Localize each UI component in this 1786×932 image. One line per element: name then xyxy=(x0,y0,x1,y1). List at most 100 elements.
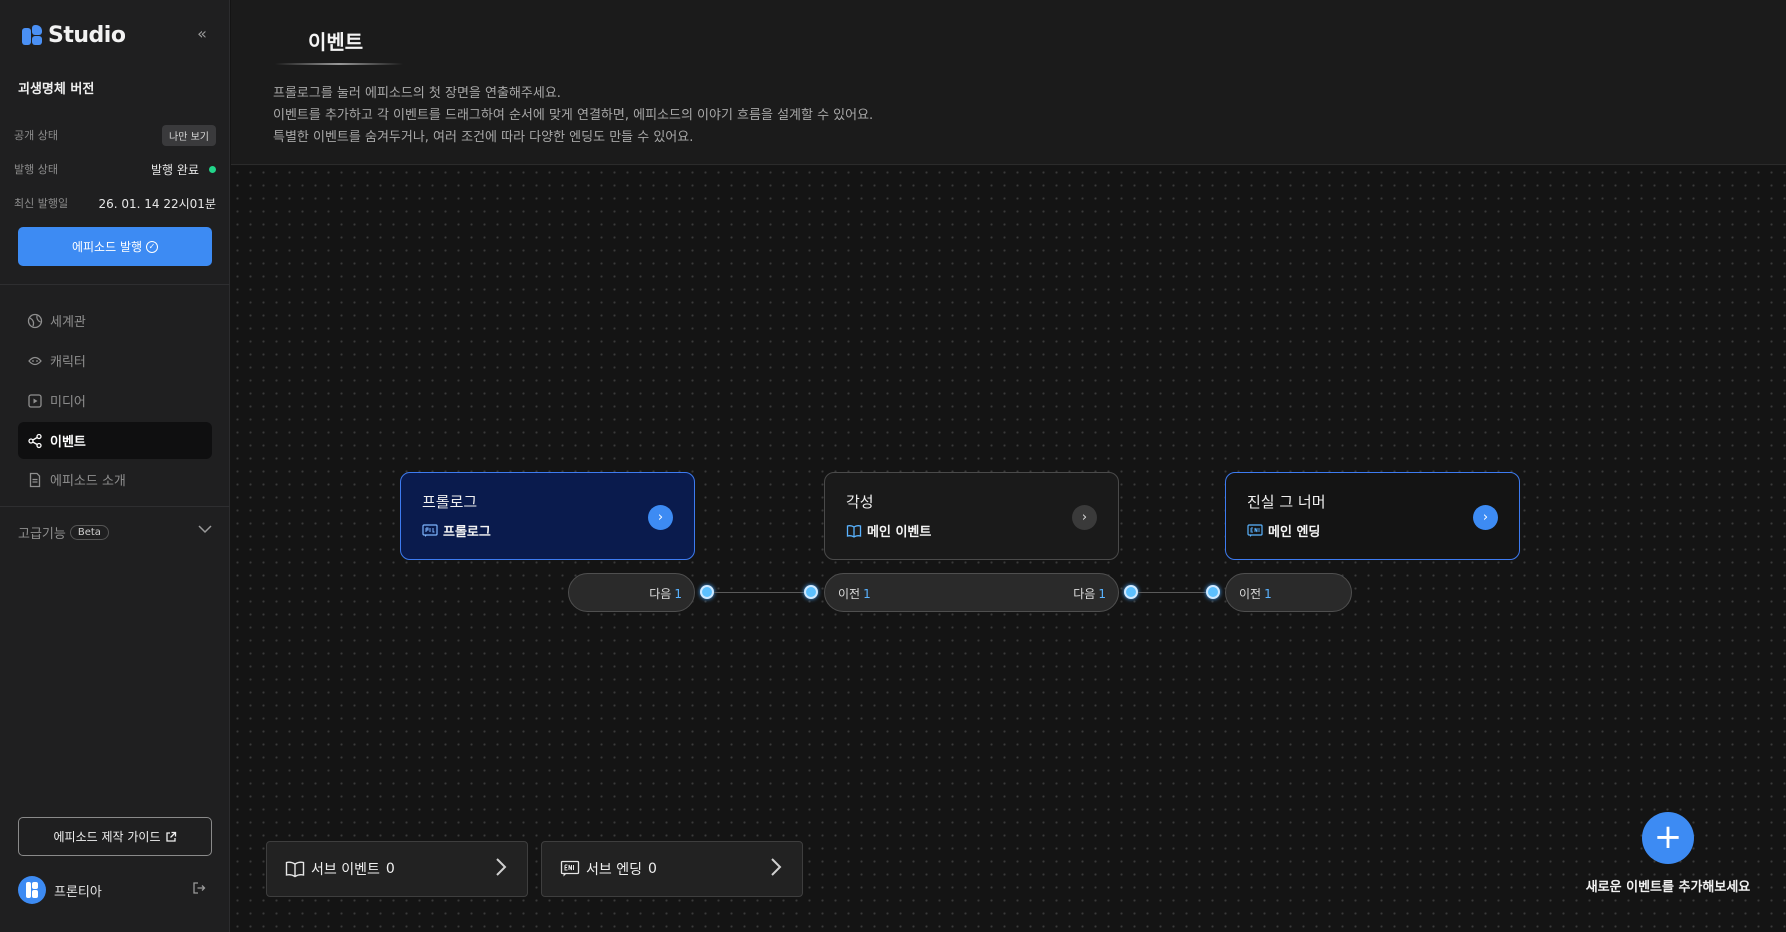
sidebar-item-events[interactable]: 이벤트 xyxy=(18,422,212,459)
document-icon xyxy=(26,471,44,489)
ending-tag-icon xyxy=(1247,523,1263,538)
node-port-bar: 이전 1 다음 1 xyxy=(824,573,1119,612)
check-circle-icon: ✓ xyxy=(146,240,159,253)
prev-count: 1 xyxy=(863,587,871,601)
description-line: 특별한 이벤트를 숨겨두거나, 여러 조건에 따라 다양한 엔딩도 만들 수 있… xyxy=(273,130,694,145)
input-port-handle[interactable] xyxy=(804,585,818,599)
chevron-down-icon[interactable] xyxy=(198,523,212,537)
chevron-right-icon: › xyxy=(1482,510,1489,525)
prev-port-label: 이전 1 xyxy=(1239,585,1272,602)
prologue-tag-icon xyxy=(422,523,438,538)
next-label: 다음 xyxy=(1073,587,1096,601)
output-port-handle[interactable] xyxy=(1124,585,1138,599)
node-type-label: 프롤로그 xyxy=(443,525,491,540)
sidebar-item-label: 에피소드 소개 xyxy=(50,474,126,489)
next-port-label: 다음 1 xyxy=(649,585,682,602)
edge-connector xyxy=(1138,592,1206,593)
publish-status-row: 발행 상태 발행 완료 xyxy=(14,158,216,180)
description-line: 프롤로그를 눌러 에피소드의 첫 장면을 연출해주세요. xyxy=(273,86,561,101)
sidebar-item-episode-intro[interactable]: 에피소드 소개 xyxy=(18,461,212,498)
last-published-value: 26. 01. 14 22시01분 xyxy=(98,196,216,211)
main-panel: 이벤트 프롤로그를 눌러 에피소드의 첫 장면을 연출해주세요. 이벤트를 추가… xyxy=(231,0,1786,932)
visibility-badge[interactable]: 나만 보기 xyxy=(162,124,216,146)
chevron-right-icon xyxy=(770,857,782,882)
app-name: Studio xyxy=(48,22,126,48)
node-type: 메인 엔딩 xyxy=(1247,521,1320,540)
sidebar-item-character[interactable]: 캐릭터 xyxy=(18,342,212,379)
next-count: 1 xyxy=(674,587,682,601)
sidebar: Studio « 괴생명체 버전 공개 상태 나만 보기 발행 상태 발행 완료… xyxy=(0,0,230,932)
add-event-button[interactable]: + xyxy=(1642,812,1694,864)
event-node-prologue[interactable]: 프롤로그 프롤로그 › xyxy=(400,472,695,560)
play-square-icon xyxy=(26,392,44,410)
sidebar-item-label: 캐릭터 xyxy=(50,355,86,370)
publish-status-value: 발행 완료 xyxy=(151,161,216,178)
book-icon xyxy=(846,524,862,538)
external-link-icon xyxy=(165,831,177,843)
status-dot-icon xyxy=(209,165,216,173)
ending-tag-icon xyxy=(560,860,580,878)
user-profile[interactable]: 프론티아 xyxy=(18,875,212,905)
event-node-main[interactable]: 각성 메인 이벤트 › xyxy=(824,472,1119,560)
last-published-label: 최신 발행일 xyxy=(14,197,69,210)
prev-count: 1 xyxy=(1264,587,1272,601)
event-node-ending[interactable]: 진실 그 너머 메인 엔딩 › xyxy=(1225,472,1520,560)
node-type: 프롤로그 xyxy=(422,521,491,540)
book-icon xyxy=(285,860,305,878)
sub-ending-card[interactable]: 서브 엔딩 0 xyxy=(541,841,803,897)
node-type: 메인 이벤트 xyxy=(846,521,931,540)
node-title: 진실 그 너머 xyxy=(1247,493,1326,511)
next-port-label: 다음 1 xyxy=(1073,585,1106,602)
page-header: 이벤트 프롤로그를 눌러 에피소드의 첫 장면을 연출해주세요. 이벤트를 추가… xyxy=(231,0,1786,165)
prev-port-label: 이전 1 xyxy=(838,585,871,602)
character-face-icon xyxy=(26,352,44,370)
share-nodes-icon xyxy=(26,432,44,450)
sidebar-divider xyxy=(0,506,230,507)
double-chevron-left-icon: « xyxy=(197,24,207,43)
sub-event-count: 0 xyxy=(385,861,395,877)
chevron-right-icon xyxy=(495,857,507,882)
sidebar-item-media[interactable]: 미디어 xyxy=(18,382,212,419)
node-type-label: 메인 엔딩 xyxy=(1268,525,1321,540)
advanced-label: 고급기능 xyxy=(18,526,66,542)
add-event-hint: 새로운 이벤트를 추가해보세요 xyxy=(1585,880,1751,895)
input-port-handle[interactable] xyxy=(1206,585,1220,599)
node-port-bar: 다음 1 xyxy=(568,573,695,612)
edge-connector xyxy=(714,592,804,593)
node-port-bar: 이전 1 xyxy=(1225,573,1352,612)
title-underline xyxy=(275,63,403,65)
open-node-button[interactable]: › xyxy=(1473,505,1498,530)
prev-label: 이전 xyxy=(838,587,861,601)
page-title: 이벤트 xyxy=(308,30,364,54)
publish-status-text: 발행 완료 xyxy=(151,162,199,177)
logout-icon[interactable] xyxy=(192,881,206,899)
avatar xyxy=(18,876,46,904)
node-title: 프롤로그 xyxy=(422,493,478,511)
guide-button-label: 에피소드 제작 가이드 xyxy=(53,830,161,844)
advanced-features-toggle[interactable]: 고급기능 Beta xyxy=(18,521,212,543)
sidebar-divider xyxy=(0,284,230,285)
episode-guide-button[interactable]: 에피소드 제작 가이드 xyxy=(18,817,212,856)
node-type-label: 메인 이벤트 xyxy=(867,525,932,540)
sub-ending-label: 서브 엔딩 xyxy=(586,862,642,878)
globe-icon xyxy=(26,312,44,330)
node-title: 각성 xyxy=(846,493,874,511)
output-port-handle[interactable] xyxy=(700,585,714,599)
app-logo[interactable]: Studio xyxy=(22,20,126,50)
open-node-button[interactable]: › xyxy=(648,505,673,530)
publish-episode-button[interactable]: 에피소드 발행 ✓ xyxy=(18,227,212,266)
next-label: 다음 xyxy=(649,587,672,601)
sidebar-item-label: 세계관 xyxy=(50,315,86,330)
publish-button-label: 에피소드 발행 xyxy=(71,240,143,254)
sub-event-card[interactable]: 서브 이벤트 0 xyxy=(266,841,528,897)
open-node-button[interactable]: › xyxy=(1072,505,1097,530)
beta-badge: Beta xyxy=(69,524,109,540)
visibility-label: 공개 상태 xyxy=(14,129,58,142)
studio-logo-icon xyxy=(22,25,42,45)
collapse-sidebar-button[interactable]: « xyxy=(192,24,212,44)
episode-name: 괴생명체 버전 xyxy=(18,82,95,97)
app-root: Studio « 괴생명체 버전 공개 상태 나만 보기 발행 상태 발행 완료… xyxy=(0,0,1786,932)
sidebar-item-world[interactable]: 세계관 xyxy=(18,302,212,339)
event-canvas[interactable]: 프롤로그 프롤로그 › 다음 1 각성 메인 이벤트 › 이전 1 다음 1 진… xyxy=(231,166,1786,932)
publish-status-label: 발행 상태 xyxy=(14,163,58,176)
